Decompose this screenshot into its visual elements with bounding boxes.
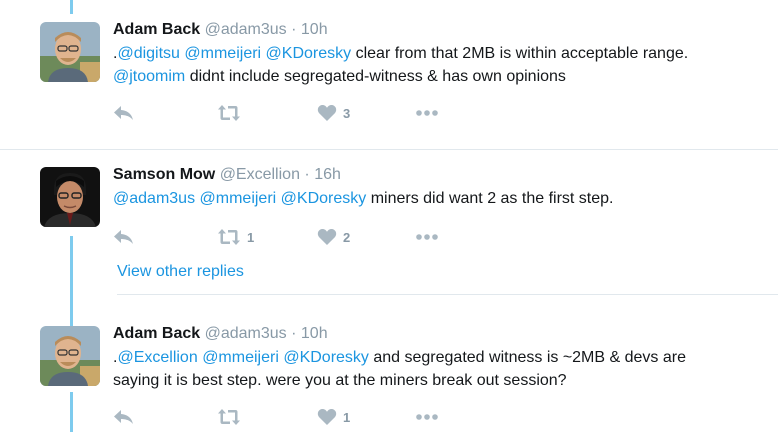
reply-button[interactable] xyxy=(113,405,135,429)
tweet-header: Samson Mow @Excellion · 16h xyxy=(113,165,341,185)
tweet-actions: 1 2 xyxy=(113,225,513,249)
author-handle[interactable]: @adam3us xyxy=(205,21,287,38)
timestamp[interactable]: 16h xyxy=(314,166,341,183)
retweet-icon xyxy=(218,229,240,245)
more-icon xyxy=(416,414,438,420)
reply-button[interactable] xyxy=(113,225,135,249)
more-icon xyxy=(416,110,438,116)
avatar[interactable] xyxy=(40,22,100,82)
tweet-text: .@Excellion @mmeijeri @KDoresky and segr… xyxy=(113,346,773,392)
like-icon xyxy=(317,228,337,245)
like-count: 3 xyxy=(343,105,351,121)
tweet-text-segment: saying it is best step. were you at the … xyxy=(113,372,567,389)
reply-button[interactable] xyxy=(113,101,135,125)
tweet-text: @adam3us @mmeijeri @KDoresky miners did … xyxy=(113,187,773,210)
separator-dot: · xyxy=(291,325,297,342)
reply-icon xyxy=(114,230,133,244)
separator-dot: · xyxy=(291,21,297,38)
tweet-actions: 1 xyxy=(113,405,513,429)
author-handle[interactable]: @adam3us xyxy=(205,325,287,342)
tweet-text-line: @adam3us @mmeijeri @KDoresky miners did … xyxy=(113,187,773,210)
mention-link[interactable]: @Excellion xyxy=(117,349,197,366)
tweet-text-line: .@digitsu @mmeijeri @KDoresky clear from… xyxy=(113,42,773,65)
tweet-text: .@digitsu @mmeijeri @KDoresky clear from… xyxy=(113,42,773,88)
tweet-text-segment: didnt include segregated-witness & has o… xyxy=(185,68,566,85)
avatar[interactable] xyxy=(40,326,100,386)
tweet-text-segment: and segregated witness is ~2MB & devs ar… xyxy=(368,349,686,366)
reply-icon xyxy=(114,106,133,120)
reply-icon xyxy=(114,410,133,424)
mention-link[interactable]: @mmeijeri xyxy=(184,45,261,62)
author-name[interactable]: Samson Mow xyxy=(113,166,215,183)
mention-link[interactable]: @jtoomim xyxy=(113,68,185,85)
tweet-header: Adam Back @adam3us · 10h xyxy=(113,324,328,344)
mention-link[interactable]: @adam3us xyxy=(113,190,195,207)
like-count: 2 xyxy=(343,229,351,245)
tweet-text-line: .@Excellion @mmeijeri @KDoresky and segr… xyxy=(113,346,773,369)
view-other-replies-link[interactable]: View other replies xyxy=(117,263,244,281)
mention-link[interactable]: @KDoresky xyxy=(266,45,352,62)
mention-link[interactable]: @KDoresky xyxy=(283,349,369,366)
tweet-actions: 3 xyxy=(113,101,513,125)
separator-dot: · xyxy=(304,166,310,183)
author-handle[interactable]: @Excellion xyxy=(220,166,300,183)
retweet-icon xyxy=(218,105,240,121)
like-count: 1 xyxy=(343,409,351,425)
tweet[interactable]: Adam Back @adam3us · 10h .@Excellion @mm… xyxy=(0,295,778,432)
tweet-text-line: @jtoomim didnt include segregated-witnes… xyxy=(113,65,773,88)
like-button[interactable]: 3 xyxy=(317,101,350,125)
tweet-header: Adam Back @adam3us · 10h xyxy=(113,20,328,40)
tweet-text-line: saying it is best step. were you at the … xyxy=(113,369,773,392)
retweet-button[interactable]: 1 xyxy=(217,225,254,249)
like-icon xyxy=(317,104,337,121)
more-icon xyxy=(416,234,438,240)
retweet-button[interactable] xyxy=(217,405,247,429)
author-name[interactable]: Adam Back xyxy=(113,325,200,342)
like-button[interactable]: 2 xyxy=(317,225,350,249)
tweet-text-segment: miners did want 2 as the first step. xyxy=(366,190,614,207)
like-button[interactable]: 1 xyxy=(317,405,350,429)
mention-link[interactable]: @digitsu xyxy=(117,45,180,62)
mention-link[interactable]: @mmeijeri xyxy=(202,349,279,366)
mention-link[interactable]: @KDoresky xyxy=(281,190,367,207)
like-icon xyxy=(317,408,337,425)
timestamp[interactable]: 10h xyxy=(301,21,328,38)
more-button[interactable] xyxy=(415,225,439,249)
retweet-icon xyxy=(218,409,240,425)
more-button[interactable] xyxy=(415,101,439,125)
more-button[interactable] xyxy=(415,405,439,429)
mention-link[interactable]: @mmeijeri xyxy=(200,190,277,207)
tweet-text-segment: clear from that 2MB is within acceptable… xyxy=(351,45,689,62)
avatar[interactable] xyxy=(40,167,100,227)
author-name[interactable]: Adam Back xyxy=(113,21,200,38)
tweet[interactable]: Adam Back @adam3us · 10h .@digitsu @mmei… xyxy=(0,0,778,150)
retweet-button[interactable] xyxy=(217,101,247,125)
retweet-count: 1 xyxy=(247,229,255,245)
timestamp[interactable]: 10h xyxy=(301,325,328,342)
